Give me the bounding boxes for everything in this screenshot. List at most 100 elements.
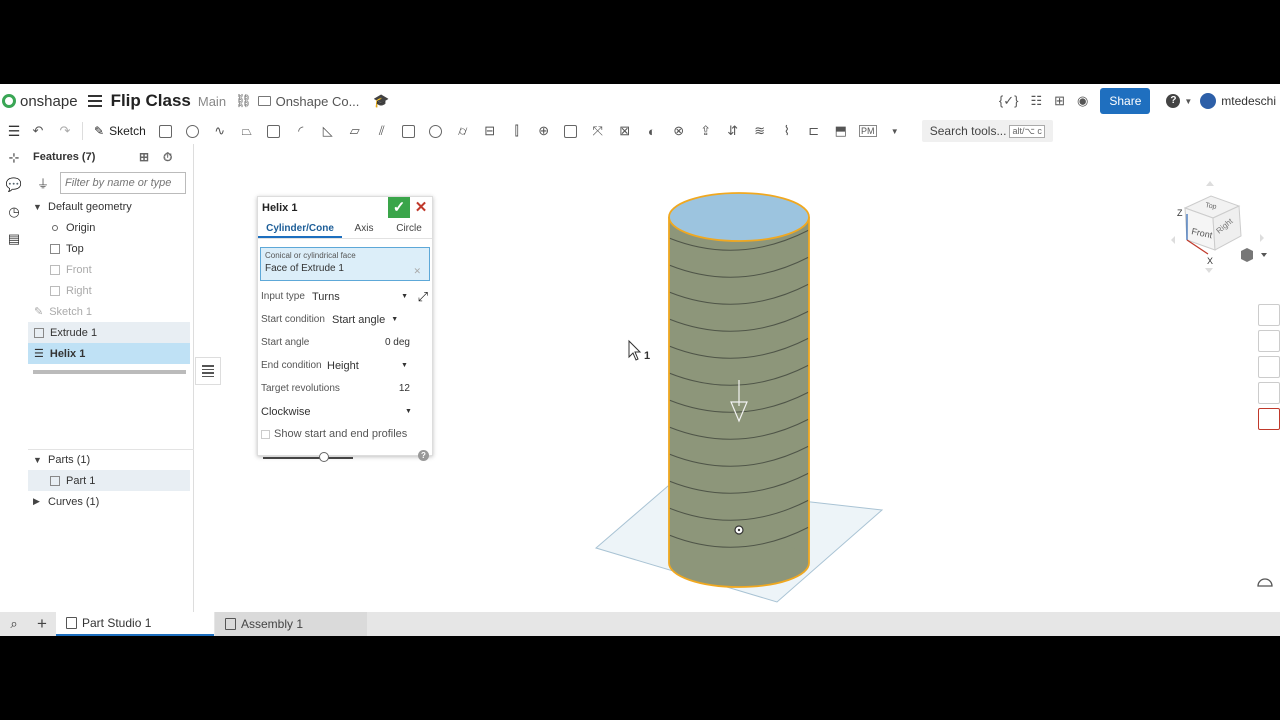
default-geometry-group[interactable]: ▼ Default geometry (28, 196, 193, 217)
variable-studio-icon[interactable] (1258, 408, 1280, 430)
user-name[interactable]: mtedeschi (1221, 94, 1276, 108)
rollback-bar[interactable] (33, 370, 186, 374)
replace-face-icon[interactable]: ⇵ (723, 122, 743, 140)
start-angle-input[interactable]: 0 deg (385, 337, 410, 348)
cylinder-tool-icon[interactable]: ⌭ (453, 122, 473, 140)
tree-item-top[interactable]: Top (28, 238, 193, 259)
rib-icon[interactable]: ⫽ (372, 122, 392, 140)
sweep-icon[interactable]: ∿ (210, 122, 230, 140)
input-type-select[interactable]: Turns ▼ (312, 291, 408, 303)
sketch-button[interactable]: ✎ Sketch (94, 124, 146, 138)
opacity-slider-track[interactable] (263, 457, 353, 459)
tree-item-extrude1[interactable]: Extrude 1 (28, 322, 190, 343)
appearance-icon[interactable] (1258, 304, 1280, 326)
sheet-metal-icon[interactable]: ⊏ (804, 122, 824, 140)
onshape-logo[interactable]: onshape (2, 93, 78, 110)
revolve-icon[interactable] (183, 122, 203, 140)
tab-cylinder-cone[interactable]: Cylinder/Cone (258, 219, 342, 238)
delete-face-icon[interactable]: ⊗ (669, 122, 689, 140)
link-icon[interactable]: ⛓ (235, 93, 252, 109)
user-avatar[interactable] (1200, 93, 1217, 109)
feature-filter-input[interactable] (60, 172, 187, 194)
measure-icon[interactable] (1258, 356, 1280, 378)
undo-icon[interactable]: ↶ (28, 122, 48, 140)
direction-select[interactable]: Clockwise ▼ (261, 406, 412, 418)
move-face-icon[interactable]: ⇪ (696, 122, 716, 140)
cancel-close-icon[interactable]: ✕ (414, 199, 428, 216)
helix-icon[interactable]: ⌇ (777, 122, 797, 140)
timer-icon[interactable]: ⏱ (163, 150, 177, 164)
add-folder-icon[interactable]: ⊞ (139, 150, 153, 164)
tree-item-origin[interactable]: Origin (28, 217, 193, 238)
chevron-down-icon[interactable]: ▼ (33, 455, 43, 465)
clear-selection-icon[interactable]: ✕ (413, 266, 421, 277)
menu-icon[interactable] (87, 95, 102, 107)
bom-icon[interactable]: ▤ (0, 225, 28, 252)
folder-breadcrumb[interactable]: Onshape Co... (257, 94, 359, 109)
opposite-direction-icon[interactable]: ⤢ (418, 289, 428, 305)
start-condition-select[interactable]: Start angle ▼ (332, 314, 398, 326)
chevron-down-icon[interactable]: ▼ (33, 202, 43, 212)
extrude-icon[interactable] (156, 122, 176, 140)
tree-item-right[interactable]: Right (28, 280, 193, 301)
instance-list-icon[interactable]: ⊹ (0, 144, 28, 171)
help-icon[interactable]: ? (418, 450, 429, 461)
add-tab-icon[interactable]: + (28, 614, 56, 634)
mass-properties-icon[interactable] (1258, 330, 1280, 352)
search-tools-button[interactable]: Search tools... alt/⌥ c (921, 120, 1053, 142)
tree-item-front[interactable]: Front (28, 259, 193, 280)
pm-icon[interactable]: PM (858, 122, 878, 140)
parts-group[interactable]: ▼ Parts (1) (28, 449, 194, 470)
toolbar-overflow-chevron-icon[interactable]: ▼ (885, 122, 905, 140)
curves-group[interactable]: ▶ Curves (1) (28, 491, 194, 512)
loft-icon[interactable]: ⏢ (237, 122, 257, 140)
draft-icon[interactable]: ⏥ (345, 122, 365, 140)
fillet-icon[interactable]: ◜ (291, 122, 311, 140)
tab-manager-icon[interactable]: ⌕ (0, 616, 28, 632)
face-selection-field[interactable]: Conical or cylindrical face Face of Extr… (260, 247, 430, 281)
tab-circle[interactable]: Circle (386, 219, 432, 238)
share-button[interactable]: Share (1100, 88, 1151, 114)
document-title[interactable]: Flip Class (111, 91, 191, 111)
split-icon[interactable] (561, 122, 581, 140)
chamfer-icon[interactable]: ◺ (318, 122, 338, 140)
hole-icon[interactable] (426, 122, 446, 140)
tab-assembly-1[interactable]: Assembly 1 (215, 612, 367, 636)
variables-icon[interactable] (1258, 382, 1280, 404)
help-icon[interactable]: ? (1166, 94, 1181, 108)
target-revolutions-input[interactable]: 12 (399, 383, 410, 394)
plane-icon[interactable]: ≋ (750, 122, 770, 140)
comments-icon[interactable]: 💬 (0, 171, 28, 198)
tree-item-sketch1[interactable]: ✎ Sketch 1 (28, 301, 193, 322)
tab-axis[interactable]: Axis (342, 219, 386, 238)
feature-list-toggle-icon[interactable]: ☰ (0, 123, 28, 140)
redo-icon[interactable]: ↷ (55, 122, 75, 140)
opacity-slider-handle[interactable] (319, 452, 330, 462)
filter-icon[interactable]: ⏚ (37, 175, 49, 192)
transform-icon[interactable]: ⤧ (588, 122, 608, 140)
part-item[interactable]: Part 1 (28, 470, 190, 491)
show-profiles-checkbox[interactable] (261, 429, 270, 439)
app-store-icon[interactable]: ⊞ (1054, 93, 1065, 109)
release-icon[interactable]: ☷ (1030, 93, 1042, 109)
modify-fillet-icon[interactable]: ◐ (642, 122, 662, 140)
show-profiles-checkbox-row[interactable]: Show start and end profiles (258, 423, 432, 445)
surface-icon[interactable]: ⬒ (831, 122, 851, 140)
thicken-icon[interactable] (264, 122, 284, 140)
featurescript-icon[interactable]: {✓} (999, 93, 1019, 109)
history-icon[interactable]: ◷ (0, 198, 28, 225)
workspace-name[interactable]: Main (198, 94, 226, 109)
tab-part-studio-1[interactable]: Part Studio 1 (56, 612, 214, 636)
mirror-icon[interactable]: ⫿ (507, 122, 527, 140)
pattern-icon[interactable]: ⊟ (480, 122, 500, 140)
boolean-icon[interactable]: ⊕ (534, 122, 554, 140)
end-condition-select[interactable]: Height ▼ (327, 360, 408, 372)
delete-part-icon[interactable]: ⊠ (615, 122, 635, 140)
chevron-right-icon[interactable]: ▶ (33, 496, 43, 507)
help-chevron-icon[interactable]: ▼ (1184, 97, 1192, 106)
tree-item-helix1[interactable]: ☰ Helix 1 (28, 343, 190, 364)
learning-center-icon[interactable]: 🎓 (373, 93, 389, 109)
notifications-icon[interactable]: ◉ (1077, 93, 1088, 109)
confirm-check-icon[interactable]: ✓ (388, 197, 410, 218)
shell-icon[interactable] (399, 122, 419, 140)
